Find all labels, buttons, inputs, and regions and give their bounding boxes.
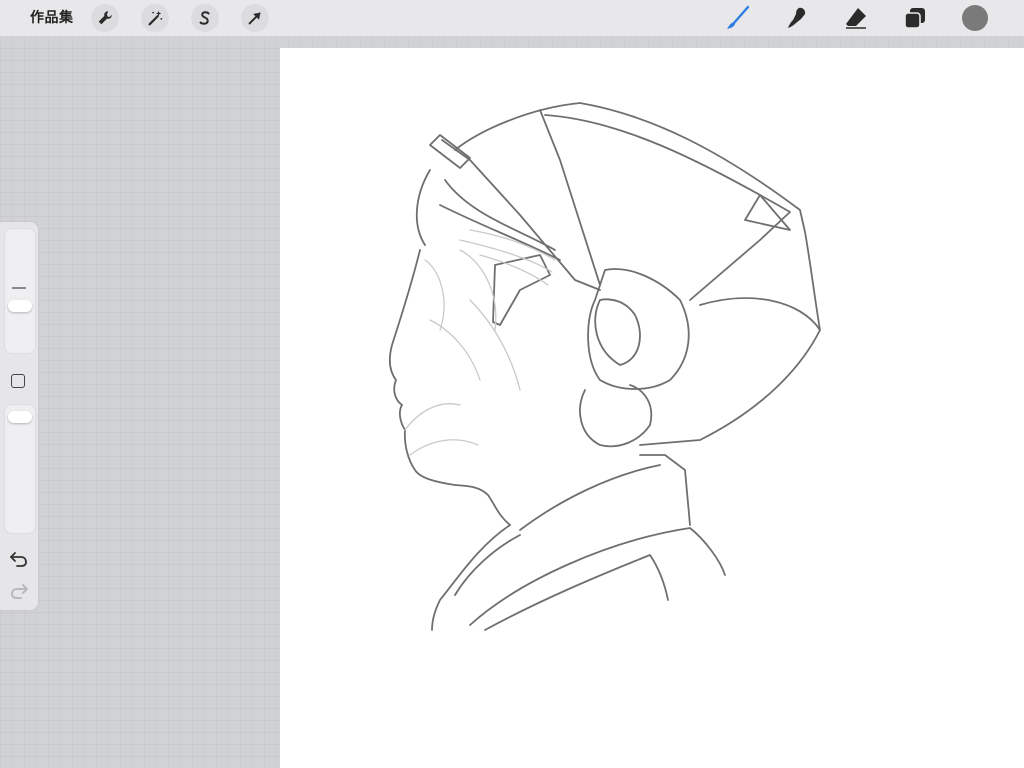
transform-arrow-icon xyxy=(248,12,261,25)
hair-bun xyxy=(587,268,690,390)
gallery-button[interactable]: 作品集 xyxy=(30,8,74,28)
color-picker-button[interactable] xyxy=(962,5,988,31)
layers-icon xyxy=(904,8,925,29)
top-toolbar: 作品集 xyxy=(0,0,1024,37)
brush-icon xyxy=(727,5,750,29)
undo-icon[interactable] xyxy=(9,550,29,568)
hair-bun-lower xyxy=(579,384,653,448)
magic-wand-icon xyxy=(148,10,163,26)
adjustments-button[interactable] xyxy=(141,4,169,32)
hat-back xyxy=(699,297,821,331)
eraser-icon xyxy=(846,8,866,29)
smudge-button[interactable] xyxy=(784,5,810,31)
selection-button[interactable] xyxy=(191,4,219,32)
hat-fold xyxy=(539,109,601,286)
brush-size-handle[interactable] xyxy=(8,300,32,312)
collar-inner xyxy=(519,464,661,531)
transform-button[interactable] xyxy=(241,4,269,32)
wrench-icon xyxy=(98,11,112,25)
collar-line xyxy=(639,454,691,526)
hair-curl xyxy=(594,298,641,366)
left-sidebar xyxy=(0,222,38,610)
hat-tip xyxy=(744,194,791,231)
opacity-handle[interactable] xyxy=(8,411,32,423)
face-shading xyxy=(424,249,521,391)
drawing-canvas[interactable] xyxy=(280,48,1024,768)
brush-button[interactable] xyxy=(725,5,751,31)
sketch-drawing xyxy=(389,102,821,631)
slider-tick xyxy=(12,287,26,289)
opacity-slider[interactable] xyxy=(4,404,36,534)
selection-s-icon xyxy=(199,11,210,25)
collar-left xyxy=(431,524,511,631)
smudge-icon xyxy=(788,7,806,29)
brush-size-slider[interactable] xyxy=(4,228,36,354)
cheek-shading xyxy=(404,403,479,456)
redo-icon[interactable] xyxy=(9,582,29,600)
hat-clip xyxy=(429,134,471,169)
modify-button[interactable] xyxy=(11,374,25,388)
eraser-button[interactable] xyxy=(843,5,869,31)
layers-button[interactable] xyxy=(902,5,928,31)
hat-outline xyxy=(454,102,821,446)
actions-button[interactable] xyxy=(91,4,119,32)
